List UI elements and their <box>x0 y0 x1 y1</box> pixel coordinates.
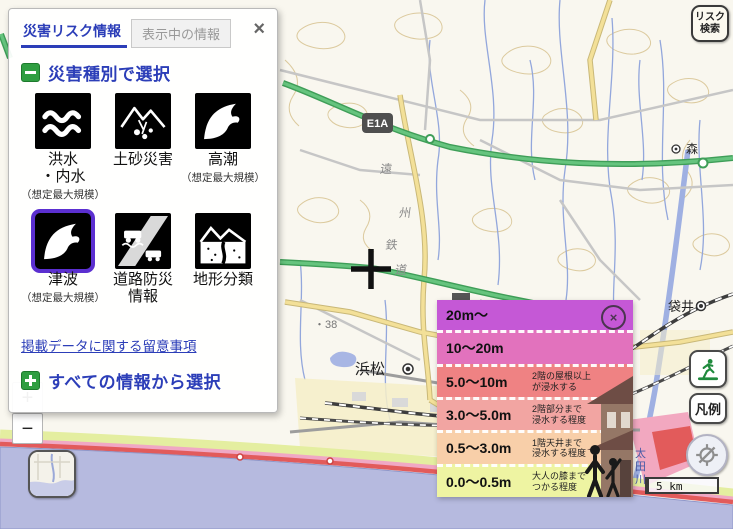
flood-icon <box>35 93 91 149</box>
landform-icon <box>195 213 251 269</box>
panel-tab-bar: 災害リスク情報 表示中の情報 × <box>21 19 265 48</box>
tsunami-icon <box>31 209 95 273</box>
e1a-route-badge: E1A <box>362 113 393 133</box>
disaster-type-flood[interactable]: 洪水 ・内水 （想定最大規模） <box>21 93 105 213</box>
storm-surge-icon <box>195 93 251 149</box>
evacuation-site-button[interactable] <box>689 350 727 388</box>
legend-row: 5.0～10m 2階の屋根以上 が浸水する <box>437 364 633 397</box>
tsunami-depth-legend: 20m～ 10～20m 5.0～10m 2階の屋根以上 が浸水する 3.0～5.… <box>437 300 633 497</box>
legend-row: 3.0～5.0m 2階部分まで 浸水する程度 <box>437 397 633 430</box>
evacuation-site-icon <box>695 356 721 382</box>
gps-locate-button[interactable] <box>686 434 728 476</box>
label-enshu-3: 鉄 <box>385 237 399 252</box>
label-enshu-1: 遠 <box>379 162 393 176</box>
section-title: 災害種別で選択 <box>48 60 171 85</box>
disaster-type-landslide[interactable]: 土砂災害 <box>105 93 181 213</box>
disaster-type-grid: 洪水 ・内水 （想定最大規模） 土砂災害 <box>21 93 265 333</box>
legend-close-icon[interactable]: × <box>601 305 626 330</box>
map-scale-bar: 5 km <box>645 477 719 494</box>
disaster-risk-panel: 災害リスク情報 表示中の情報 × 災害種別で選択 洪水 ・内水 （想定最大規模） <box>8 8 278 413</box>
gps-locate-icon <box>694 442 720 468</box>
overview-map-button[interactable] <box>28 450 76 498</box>
label-enshu-4: 道 <box>394 263 408 277</box>
expand-icon[interactable] <box>21 371 40 390</box>
collapse-icon[interactable] <box>21 63 40 82</box>
hazard-map-app: E1A 森 袋井 浜松 ・38 太 田 川 遠 州 鉄 道 + − <box>0 0 733 529</box>
legend-row: 0.0～0.5m 大人の膝まで つかる程度 <box>437 464 633 497</box>
legend-toggle-button[interactable]: 凡例 <box>689 393 727 424</box>
close-icon[interactable]: × <box>253 19 265 39</box>
section-disaster-type: 災害種別で選択 <box>21 60 265 85</box>
disaster-type-storm-surge[interactable]: 高潮 （想定最大規模） <box>181 93 265 213</box>
disaster-type-road-hazard[interactable]: 道路防災 情報 <box>105 213 181 333</box>
label-spot-height: ・38 <box>314 319 337 331</box>
label-ota-2: 田 <box>635 461 646 473</box>
landslide-icon <box>115 93 171 149</box>
label-ota-1: 太 <box>635 447 646 460</box>
label-fukuroi: 袋井 <box>668 299 694 314</box>
legend-row: 0.5～3.0m 1階天井まで 浸水する程度 <box>437 430 633 463</box>
label-enshu-2: 州 <box>398 206 412 220</box>
label-hamamatsu: 浜松 <box>355 361 385 378</box>
tab-disaster-risk-info[interactable]: 災害リスク情報 <box>21 19 127 48</box>
overview-map-icon <box>30 452 74 496</box>
label-mori: 森 <box>686 141 698 156</box>
road-hazard-icon <box>115 213 171 269</box>
risk-search-button[interactable]: リスク 検索 <box>691 5 729 42</box>
svg-text:E1A: E1A <box>367 118 388 130</box>
section-title: すべての情報から選択 <box>48 368 221 393</box>
legend-row: 10～20m <box>437 330 633 363</box>
tab-displayed-info[interactable]: 表示中の情報 <box>131 19 231 48</box>
section-all-info: すべての情報から選択 <box>21 368 265 393</box>
disaster-type-landform[interactable]: 地形分類 <box>181 213 265 333</box>
disaster-type-tsunami[interactable]: 津波 （想定最大規模） <box>21 213 105 333</box>
zoom-out-button[interactable]: − <box>12 413 43 444</box>
data-notes-link[interactable]: 掲載データに関する留意事項 <box>21 335 197 355</box>
